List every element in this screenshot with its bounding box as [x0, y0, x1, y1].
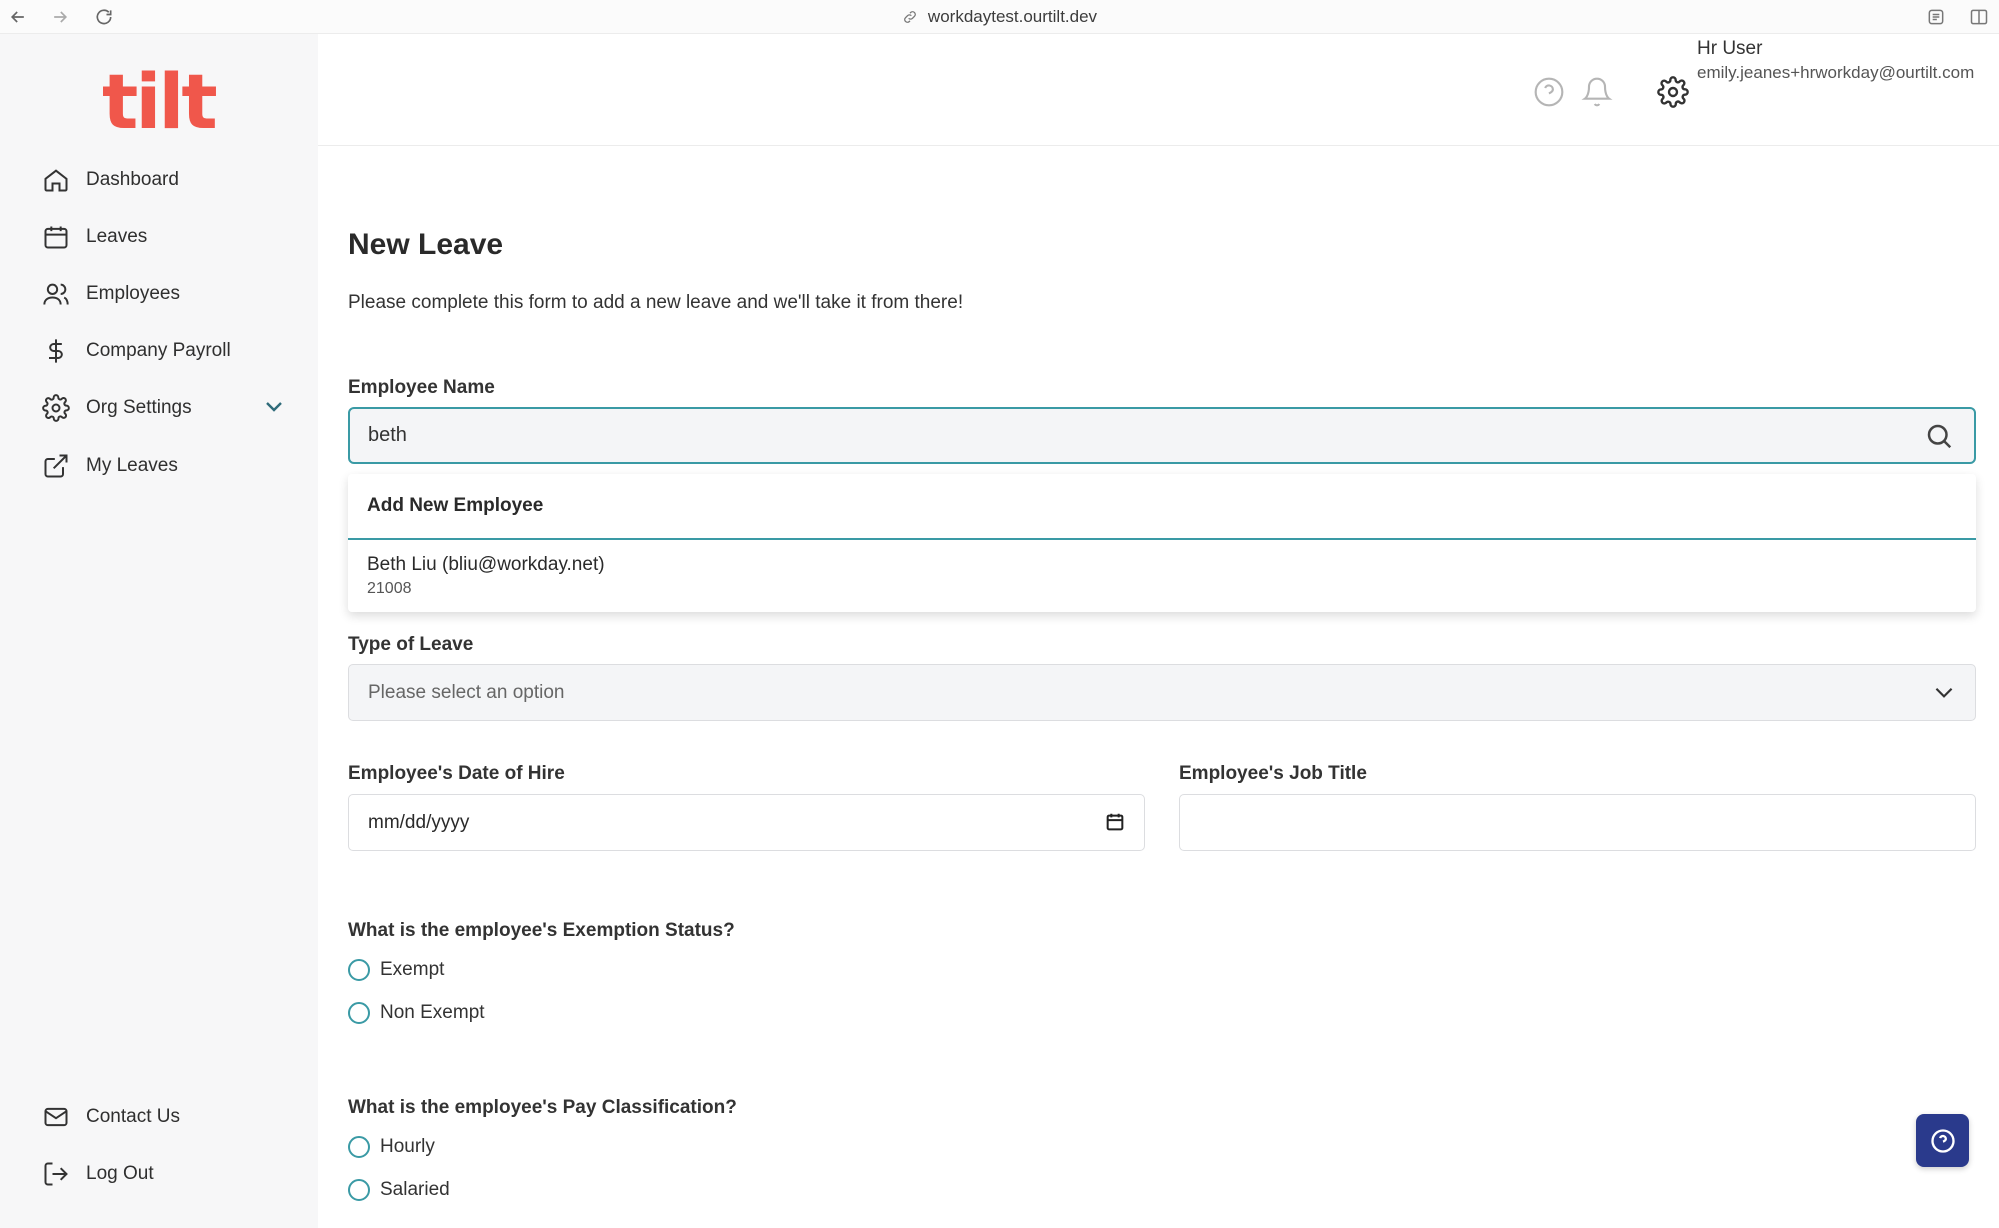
bell-icon[interactable]: [1581, 76, 1613, 108]
radio-label: Exempt: [380, 959, 445, 980]
help-circle-icon[interactable]: [1533, 76, 1565, 108]
radio-label: Non Exempt: [380, 1002, 485, 1023]
sidebar-item-label: Log Out: [86, 1163, 154, 1184]
help-circle-icon: [1930, 1128, 1955, 1153]
dollar-icon: [49, 339, 63, 363]
help-chat-button[interactable]: [1916, 1114, 1969, 1167]
sidebar-item-label: Contact Us: [86, 1106, 180, 1127]
date-of-hire-input[interactable]: mm/dd/yyyy: [348, 794, 1145, 851]
gear-icon: [42, 394, 70, 422]
sidebar-item-label: Employees: [86, 283, 180, 304]
page-title: New Leave: [348, 228, 504, 261]
date-of-hire-label: Employee's Date of Hire: [348, 763, 565, 784]
calendar-icon: [44, 226, 68, 249]
sidebar: tilt Dashboard Leaves Employees Company …: [0, 34, 318, 1228]
sidebar-item-company-payroll[interactable]: Company Payroll: [42, 331, 231, 371]
radio-circle[interactable]: [348, 959, 370, 981]
employee-option-name: Beth Liu (bliu@workday.net): [367, 554, 605, 575]
url-text: workdaytest.ourtilt.dev: [927, 7, 1098, 26]
radio-salaried[interactable]: Salaried: [348, 1177, 450, 1203]
sidebar-item-label: My Leaves: [86, 455, 178, 476]
chevron-down-icon: [1931, 679, 1957, 705]
user-name[interactable]: Hr User: [1697, 38, 1762, 60]
pay-classification-label: What is the employee's Pay Classificatio…: [348, 1097, 737, 1118]
employee-option-id: 21008: [367, 580, 412, 597]
sidebar-item-my-leaves[interactable]: My Leaves: [42, 446, 178, 486]
chevron-down-icon[interactable]: [262, 394, 286, 418]
radio-label: Hourly: [380, 1136, 435, 1157]
exemption-status-label: What is the employee's Exemption Status?: [348, 920, 735, 941]
job-title-label: Employee's Job Title: [1179, 763, 1367, 784]
sidebar-item-label: Org Settings: [86, 397, 192, 418]
type-of-leave-placeholder: Please select an option: [368, 682, 565, 703]
add-new-employee-option[interactable]: Add New Employee: [348, 474, 1976, 540]
external-link-icon: [44, 454, 68, 478]
radio-non-exempt[interactable]: Non Exempt: [348, 1000, 485, 1026]
page-subtitle: Please complete this form to add a new l…: [348, 292, 964, 313]
job-title-input[interactable]: [1179, 794, 1976, 851]
calendar-picker-icon[interactable]: [1104, 811, 1126, 833]
radio-circle[interactable]: [348, 1002, 370, 1024]
sidebar-item-dashboard[interactable]: Dashboard: [42, 160, 179, 200]
date-of-hire-value: mm/dd/yyyy: [368, 812, 470, 833]
browser-toolbar: workdaytest.ourtilt.dev: [0, 0, 1999, 34]
home-icon: [44, 169, 68, 192]
radio-exempt[interactable]: Exempt: [348, 957, 444, 983]
sidebar-item-contact-us[interactable]: Contact Us: [42, 1097, 180, 1137]
sidebar-item-label: Leaves: [86, 226, 148, 247]
mail-icon: [44, 1107, 68, 1127]
employee-search-input[interactable]: [368, 409, 1888, 462]
sidebar-item-org-settings[interactable]: Org Settings: [42, 388, 192, 428]
employee-name-label: Employee Name: [348, 377, 495, 398]
settings-gear-icon[interactable]: [1657, 76, 1689, 108]
radio-circle[interactable]: [348, 1179, 370, 1201]
radio-hourly[interactable]: Hourly: [348, 1134, 435, 1160]
sidebar-item-log-out[interactable]: Log Out: [42, 1154, 154, 1194]
search-icon[interactable]: [1924, 421, 1954, 451]
sidebar-item-label: Dashboard: [86, 169, 179, 190]
sidebar-toggle-icon[interactable]: [1967, 5, 1991, 29]
link-icon: [904, 11, 916, 23]
type-of-leave-select[interactable]: Please select an option: [348, 664, 1976, 721]
radio-label: Salaried: [380, 1179, 450, 1200]
users-icon: [43, 283, 69, 305]
employee-search-dropdown: Add New Employee Beth Liu (bliu@workday.…: [348, 474, 1976, 612]
sidebar-item-label: Company Payroll: [86, 340, 231, 361]
user-email: emily.jeanes+hrworkday@ourtilt.com: [1697, 63, 1975, 82]
sidebar-item-leaves[interactable]: Leaves: [42, 217, 147, 257]
sidebar-item-employees[interactable]: Employees: [42, 274, 180, 314]
logout-icon: [44, 1162, 68, 1186]
tilt-logo[interactable]: tilt: [102, 64, 218, 140]
type-of-leave-label: Type of Leave: [348, 634, 474, 655]
reader-icon[interactable]: [1924, 5, 1948, 29]
address-bar[interactable]: workdaytest.ourtilt.dev: [0, 0, 1999, 34]
radio-circle[interactable]: [348, 1136, 370, 1158]
employee-search-field[interactable]: [348, 407, 1976, 464]
employee-option[interactable]: Beth Liu (bliu@workday.net) 21008: [348, 540, 1976, 612]
